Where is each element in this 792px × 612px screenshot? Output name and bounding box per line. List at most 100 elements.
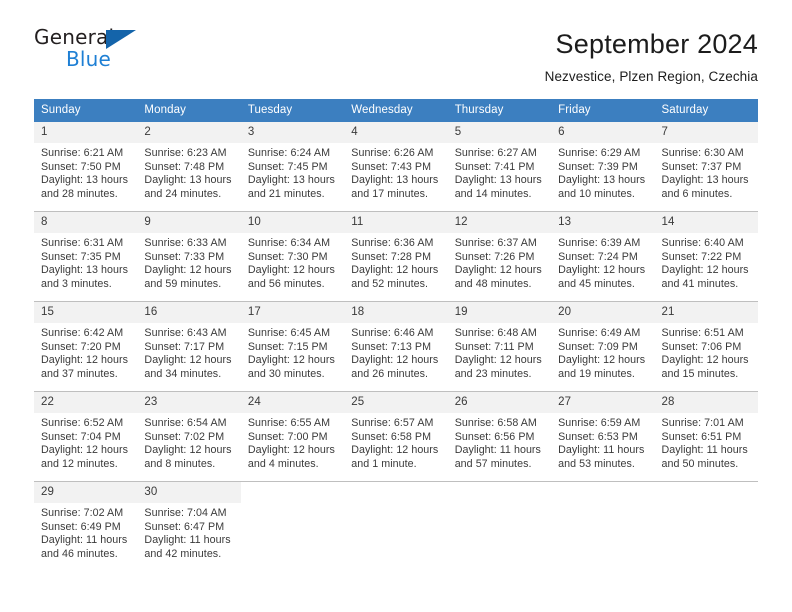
day-cell[interactable]: 7 Sunrise: 6:30 AM Sunset: 7:37 PM Dayli…: [654, 122, 758, 212]
day-details: Sunrise: 7:01 AM Sunset: 6:51 PM Dayligh…: [655, 413, 758, 471]
sunset-text: Sunset: 7:45 PM: [247, 160, 328, 173]
day-details: Sunrise: 6:23 AM Sunset: 7:48 PM Dayligh…: [137, 143, 240, 201]
day-cell[interactable]: 6 Sunrise: 6:29 AM Sunset: 7:39 PM Dayli…: [551, 122, 655, 212]
sunset-text: Sunset: 6:49 PM: [41, 520, 121, 533]
daylight-text-line2: and 46 minutes.: [41, 547, 118, 560]
day-cell[interactable]: 8 Sunrise: 6:31 AM Sunset: 7:35 PM Dayli…: [34, 211, 138, 302]
daylight-text-line1: Daylight: 12 hours: [144, 264, 232, 277]
day-cell[interactable]: 30 Sunrise: 7:04 AM Sunset: 6:47 PM Dayl…: [137, 481, 241, 571]
day-number: 23: [137, 392, 241, 413]
sunset-text: Sunset: 7:11 PM: [454, 340, 534, 353]
daylight-text-line2: and 12 minutes.: [41, 457, 118, 470]
sunset-text: Sunset: 6:51 PM: [661, 430, 742, 443]
day-cell[interactable]: 10 Sunrise: 6:34 AM Sunset: 7:30 PM Dayl…: [240, 211, 345, 302]
daylight-text-line1: Daylight: 13 hours: [454, 174, 542, 187]
day-cell[interactable]: 28 Sunrise: 7:01 AM Sunset: 6:51 PM Dayl…: [654, 391, 758, 482]
daylight-text-line2: and 26 minutes.: [351, 367, 429, 380]
daylight-text-line1: Daylight: 13 hours: [247, 174, 335, 187]
logo-text-general: General: [34, 25, 115, 49]
daylight-text-line1: Daylight: 11 hours: [144, 534, 231, 547]
sunrise-text: Sunrise: 7:01 AM: [661, 417, 744, 429]
day-cell[interactable]: 21 Sunrise: 6:51 AM Sunset: 7:06 PM Dayl…: [654, 301, 758, 392]
day-details: Sunrise: 6:37 AM Sunset: 7:26 PM Dayligh…: [448, 233, 551, 291]
daylight-text-line2: and 21 minutes.: [247, 187, 325, 200]
day-cell[interactable]: 25 Sunrise: 6:57 AM Sunset: 6:58 PM Dayl…: [344, 391, 448, 482]
calendar-page: General Blue September 2024 Nezvestice, …: [0, 0, 792, 612]
daylight-text-line2: and 8 minutes.: [144, 457, 216, 470]
day-number: 16: [137, 302, 241, 323]
day-cell[interactable]: 4 Sunrise: 6:26 AM Sunset: 7:43 PM Dayli…: [344, 122, 448, 212]
sunrise-text: Sunrise: 6:31 AM: [41, 237, 124, 249]
daylight-text-line1: Daylight: 12 hours: [454, 354, 542, 367]
day-cell[interactable]: 24 Sunrise: 6:55 AM Sunset: 7:00 PM Dayl…: [240, 391, 345, 482]
daylight-text-line2: and 48 minutes.: [454, 277, 532, 290]
day-cell[interactable]: 26 Sunrise: 6:58 AM Sunset: 6:56 PM Dayl…: [447, 391, 552, 482]
sunrise-text: Sunrise: 6:33 AM: [144, 237, 227, 249]
daylight-text-line2: and 17 minutes.: [351, 187, 429, 200]
day-cell[interactable]: 5 Sunrise: 6:27 AM Sunset: 7:41 PM Dayli…: [447, 122, 552, 212]
sunrise-text: Sunrise: 6:51 AM: [661, 327, 744, 339]
day-number: 12: [447, 212, 552, 233]
sunrise-text: Sunrise: 6:27 AM: [454, 147, 537, 159]
day-cell[interactable]: 9 Sunrise: 6:33 AM Sunset: 7:33 PM Dayli…: [137, 211, 241, 302]
page-title: September 2024: [555, 29, 758, 59]
sunrise-text: Sunrise: 6:48 AM: [454, 327, 537, 339]
day-details: Sunrise: 6:26 AM Sunset: 7:43 PM Dayligh…: [344, 143, 447, 201]
daylight-text-line1: Daylight: 13 hours: [41, 264, 129, 277]
day-cell[interactable]: 16 Sunrise: 6:43 AM Sunset: 7:17 PM Dayl…: [137, 301, 241, 392]
sunrise-sunset-calendar: Sunday Monday Tuesday Wednesday Thursday…: [34, 99, 758, 571]
daylight-text-line1: Daylight: 12 hours: [247, 264, 335, 277]
sunset-text: Sunset: 7:30 PM: [247, 250, 328, 263]
sunrise-text: Sunrise: 6:49 AM: [558, 327, 641, 339]
sunrise-text: Sunrise: 6:54 AM: [144, 417, 227, 429]
sunrise-text: Sunrise: 7:04 AM: [144, 507, 227, 519]
day-cell[interactable]: 18 Sunrise: 6:46 AM Sunset: 7:13 PM Dayl…: [344, 301, 448, 392]
day-cell[interactable]: 11 Sunrise: 6:36 AM Sunset: 7:28 PM Dayl…: [344, 211, 448, 302]
day-number: 18: [344, 302, 448, 323]
sunset-text: Sunset: 7:02 PM: [144, 430, 225, 443]
day-number: 15: [34, 302, 138, 323]
day-cell[interactable]: 1 Sunrise: 6:21 AM Sunset: 7:50 PM Dayli…: [34, 122, 138, 212]
day-cell[interactable]: 13 Sunrise: 6:39 AM Sunset: 7:24 PM Dayl…: [551, 211, 655, 302]
day-number: 14: [654, 212, 758, 233]
sunrise-text: Sunrise: 6:24 AM: [247, 147, 331, 159]
day-cell[interactable]: 27 Sunrise: 6:59 AM Sunset: 6:53 PM Dayl…: [551, 391, 655, 482]
sunset-text: Sunset: 7:15 PM: [247, 340, 328, 353]
daylight-text-line1: Daylight: 12 hours: [351, 264, 439, 277]
day-number: 1: [34, 122, 138, 143]
sunset-text: Sunset: 7:20 PM: [41, 340, 121, 353]
day-cell[interactable]: 15 Sunrise: 6:42 AM Sunset: 7:20 PM Dayl…: [34, 301, 138, 392]
daylight-text-line1: Daylight: 13 hours: [41, 174, 129, 187]
day-cell[interactable]: 12 Sunrise: 6:37 AM Sunset: 7:26 PM Dayl…: [447, 211, 552, 302]
daylight-text-line2: and 28 minutes.: [41, 187, 118, 200]
day-cell[interactable]: 20 Sunrise: 6:49 AM Sunset: 7:09 PM Dayl…: [551, 301, 655, 392]
sunrise-text: Sunrise: 6:30 AM: [661, 147, 744, 159]
day-number: 13: [551, 212, 655, 233]
generalblue-logo[interactable]: General Blue: [34, 26, 154, 78]
daylight-text-line1: Daylight: 11 hours: [454, 444, 541, 457]
day-cell[interactable]: 17 Sunrise: 6:45 AM Sunset: 7:15 PM Dayl…: [240, 301, 345, 392]
day-cell[interactable]: 23 Sunrise: 6:54 AM Sunset: 7:02 PM Dayl…: [137, 391, 241, 482]
daylight-text-line2: and 15 minutes.: [661, 367, 739, 380]
day-details: Sunrise: 6:43 AM Sunset: 7:17 PM Dayligh…: [137, 323, 240, 381]
daylight-text-line1: Daylight: 12 hours: [661, 354, 749, 367]
day-number: 7: [654, 122, 758, 143]
day-cell[interactable]: 22 Sunrise: 6:52 AM Sunset: 7:04 PM Dayl…: [34, 391, 138, 482]
calendar-header-row: Sunday Monday Tuesday Wednesday Thursday…: [34, 99, 758, 122]
day-cell[interactable]: 29 Sunrise: 7:02 AM Sunset: 6:49 PM Dayl…: [34, 481, 138, 571]
sunset-text: Sunset: 7:04 PM: [41, 430, 121, 443]
day-number: 4: [344, 122, 448, 143]
day-cell[interactable]: 19 Sunrise: 6:48 AM Sunset: 7:11 PM Dayl…: [447, 301, 552, 392]
daylight-text-line1: Daylight: 12 hours: [41, 444, 129, 457]
weekday-header-sunday: Sunday: [34, 99, 138, 122]
daylight-text-line2: and 45 minutes.: [558, 277, 635, 290]
day-details: Sunrise: 6:46 AM Sunset: 7:13 PM Dayligh…: [344, 323, 447, 381]
day-cell[interactable]: 14 Sunrise: 6:40 AM Sunset: 7:22 PM Dayl…: [654, 211, 758, 302]
day-details: Sunrise: 6:48 AM Sunset: 7:11 PM Dayligh…: [448, 323, 551, 381]
sunrise-text: Sunrise: 6:43 AM: [144, 327, 227, 339]
day-cell[interactable]: 3 Sunrise: 6:24 AM Sunset: 7:45 PM Dayli…: [240, 122, 345, 212]
daylight-text-line1: Daylight: 12 hours: [144, 444, 232, 457]
calendar-week-row: 15 Sunrise: 6:42 AM Sunset: 7:20 PM Dayl…: [34, 301, 758, 392]
calendar-week-row: 29 Sunrise: 7:02 AM Sunset: 6:49 PM Dayl…: [34, 481, 758, 571]
day-cell[interactable]: 2 Sunrise: 6:23 AM Sunset: 7:48 PM Dayli…: [137, 122, 241, 212]
